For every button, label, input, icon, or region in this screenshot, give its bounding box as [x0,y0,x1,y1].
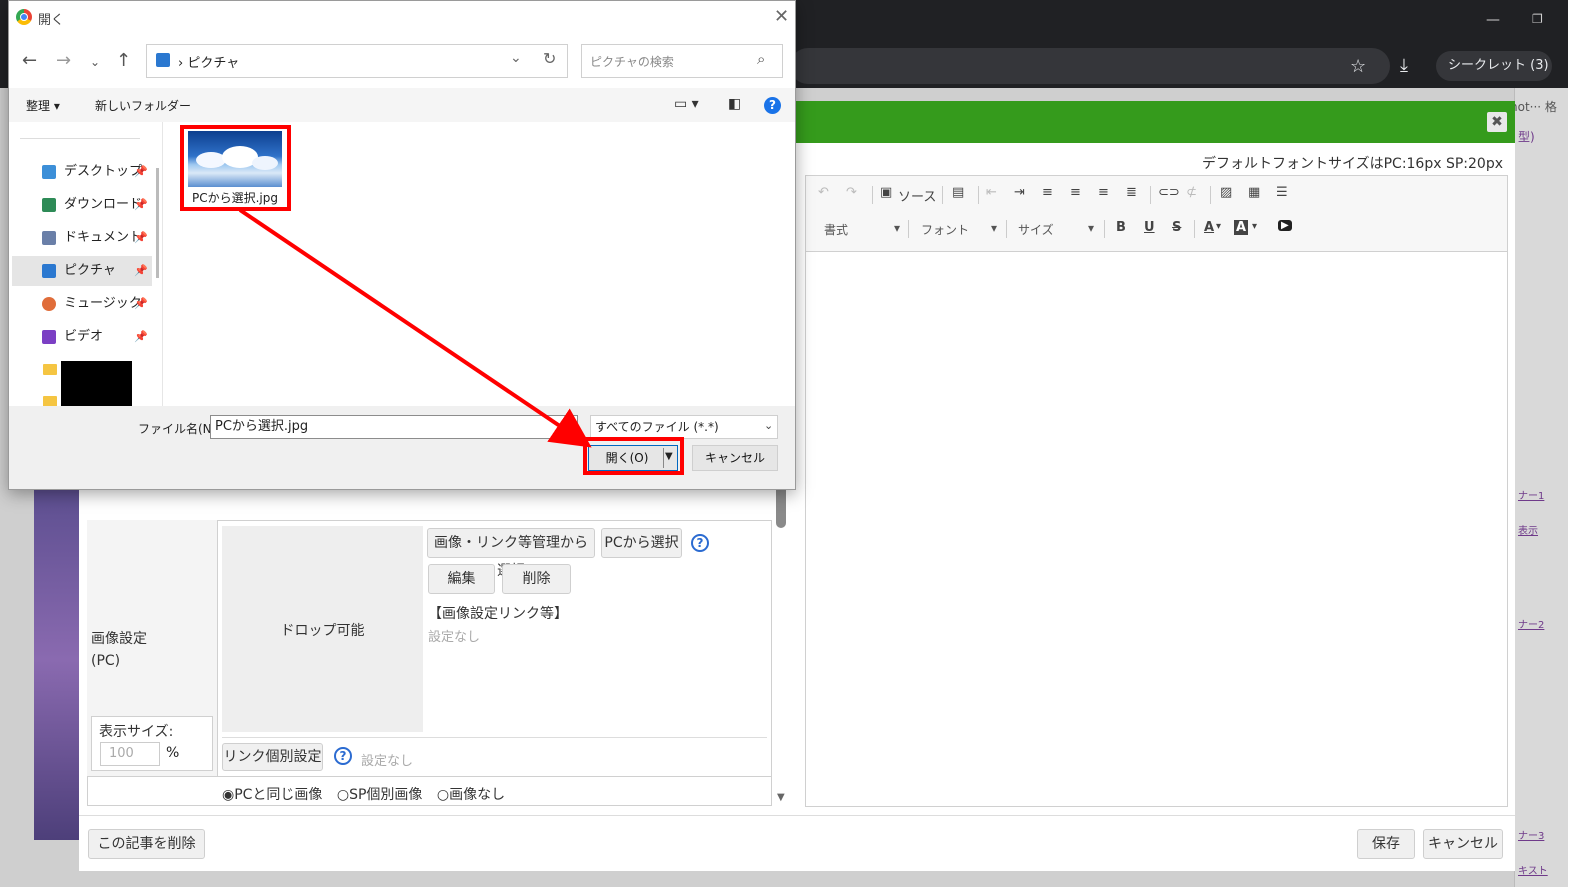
annotation-arrow [238,208,592,448]
